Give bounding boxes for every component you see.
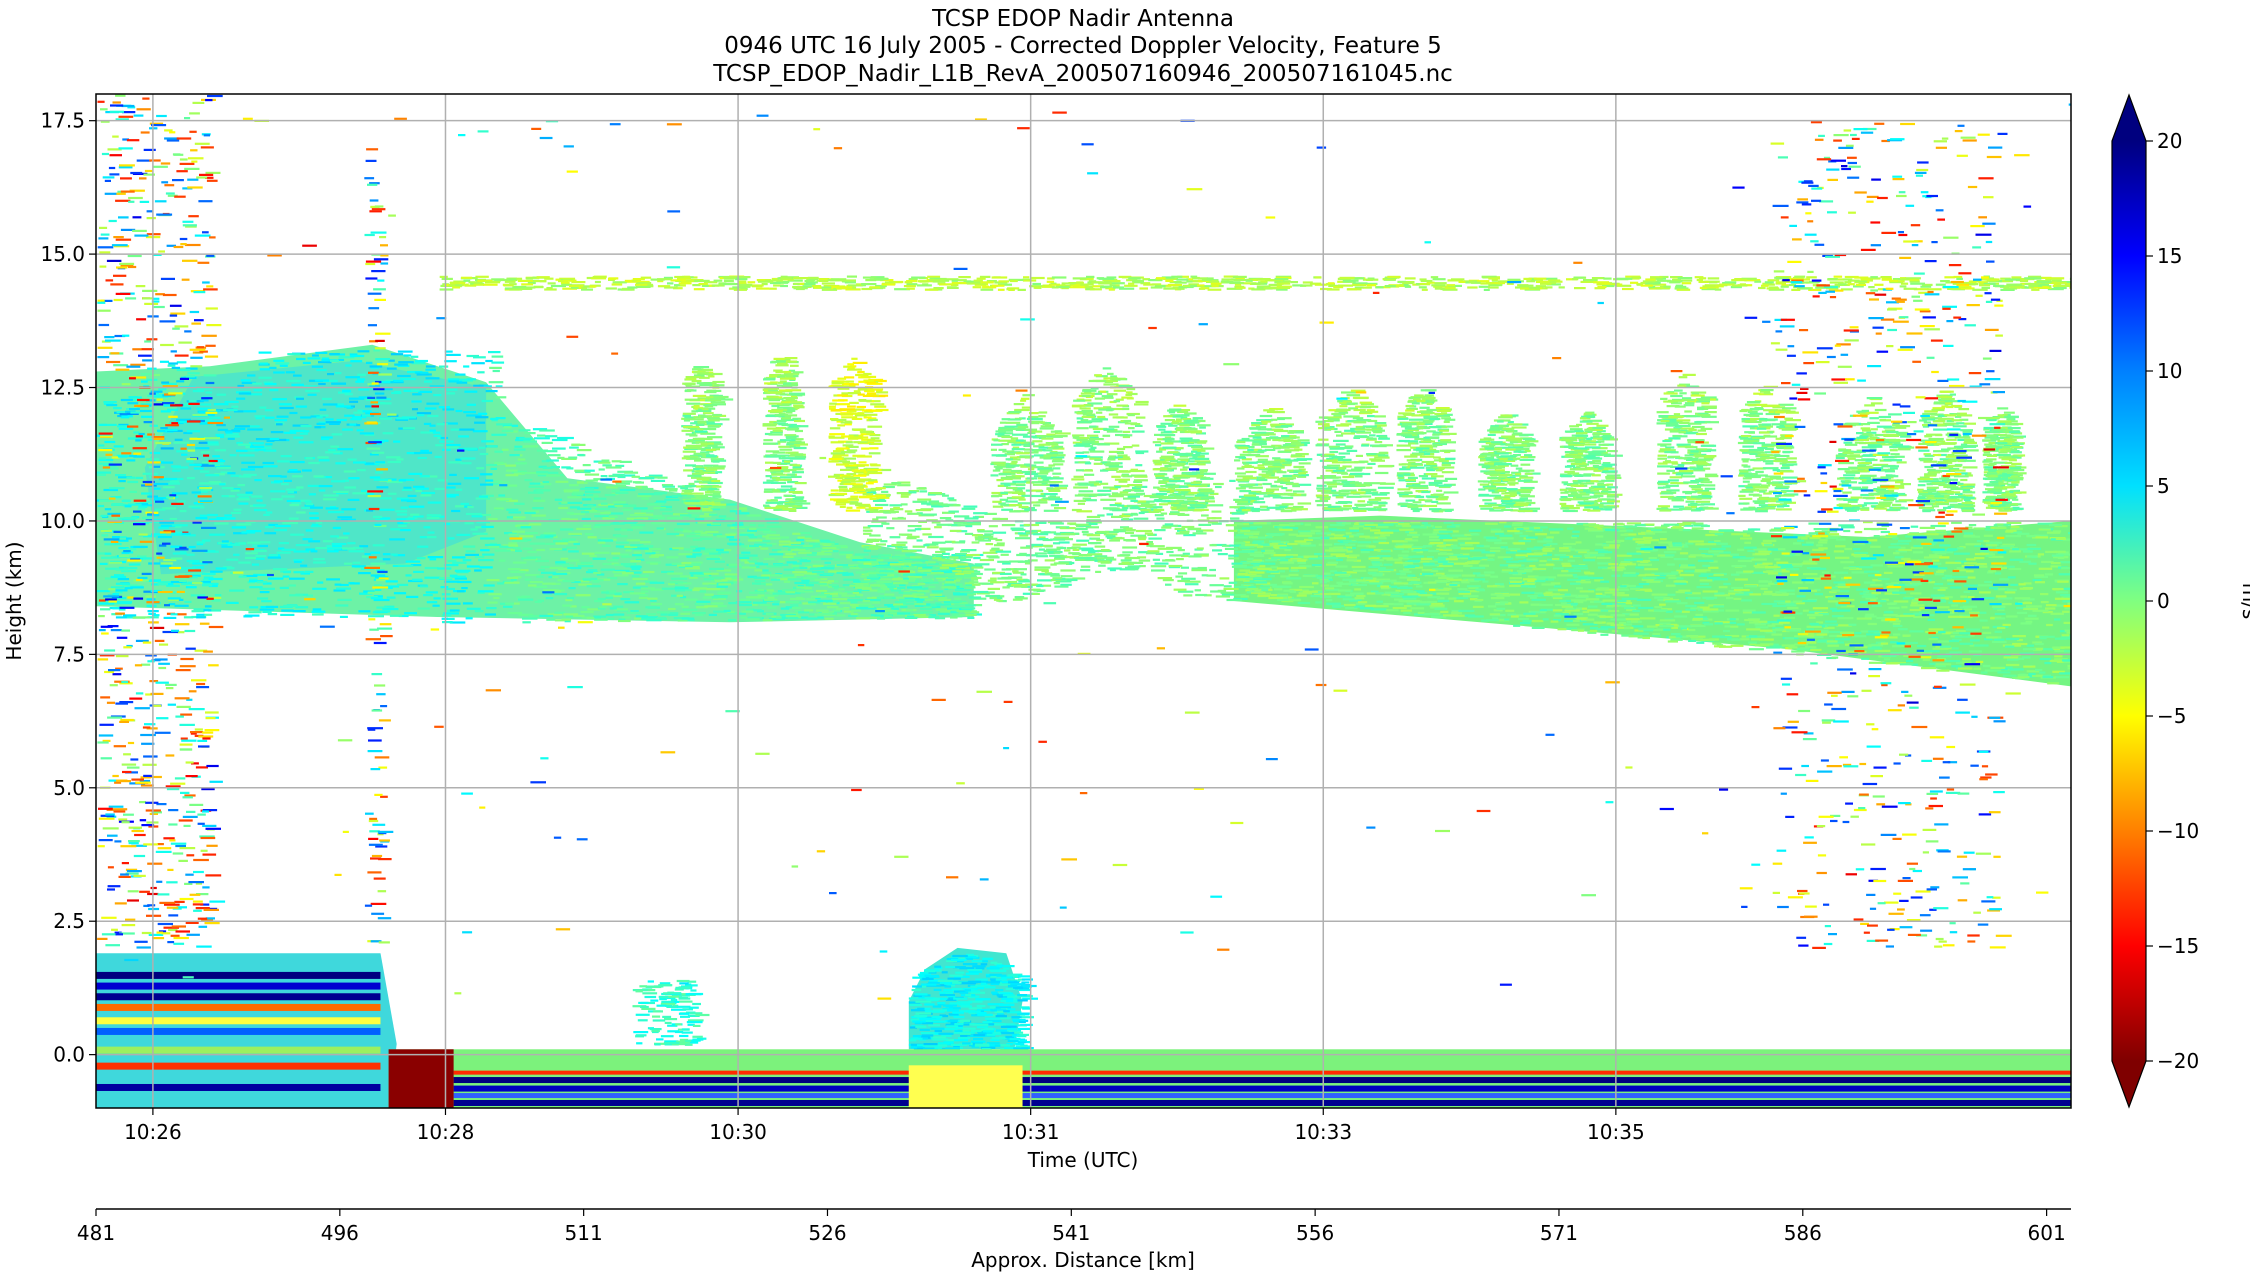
- colorbar-ticks: 20 15 10 5 0 −5 −10 −15 −20: [2146, 129, 2199, 1073]
- colorbar-label: m/s: [2238, 583, 2250, 620]
- surface-stripe: [453, 1093, 2071, 1099]
- chart-title: TCSP EDOP Nadir Antenna 0946 UTC 16 July…: [712, 6, 1453, 87]
- chart-title-line-2: 0946 UTC 16 July 2005 - Corrected Dopple…: [724, 33, 1441, 59]
- x-tick-label: 10:35: [1587, 1120, 1645, 1144]
- colorbar-tick-label: 10: [2157, 359, 2182, 383]
- x-axis-label: Time (UTC): [1027, 1148, 1139, 1172]
- chart-title-line-1: TCSP EDOP Nadir Antenna: [931, 6, 1234, 32]
- boundary-layer-stripe: [96, 1062, 381, 1070]
- x-tick-label: 10:30: [709, 1120, 767, 1144]
- surface-stripe: [453, 1099, 2071, 1106]
- colorbar-tick-label: 20: [2157, 129, 2182, 153]
- colorbar-extend-bottom: [2112, 1061, 2146, 1107]
- colorbar-tick-label: −15: [2157, 934, 2199, 958]
- chart-title-line-3: TCSP_EDOP_Nadir_L1B_RevA_200507160946_20…: [712, 61, 1453, 87]
- x2-tick-label: 481: [77, 1221, 115, 1245]
- boundary-layer-stripe: [96, 1027, 381, 1035]
- y-tick-label: 7.5: [53, 642, 85, 666]
- y-tick-label: 10.0: [40, 509, 85, 533]
- y-tick-label: 5.0: [53, 776, 85, 800]
- colorbar-tick-label: 5: [2157, 474, 2170, 498]
- x2-tick-label: 496: [321, 1221, 359, 1245]
- x-tick-label: 10:28: [417, 1120, 475, 1144]
- y-tick-label: 17.5: [40, 109, 85, 133]
- x-tick-label: 10:31: [1002, 1120, 1060, 1144]
- boundary-layer-stripe: [96, 1017, 381, 1025]
- boundary-layer-stripe: [96, 1046, 381, 1054]
- colorbar-extend-top: [2112, 95, 2146, 141]
- colorbar-tick-label: 0: [2157, 589, 2170, 613]
- y-tick-label: 15.0: [40, 242, 85, 266]
- surface-red-patch: [388, 1049, 454, 1108]
- colorbar: 20 15 10 5 0 −5 −10 −15 −20 m/s: [2111, 93, 2250, 1109]
- x2-axis-label: Approx. Distance [km]: [971, 1248, 1195, 1272]
- surface-stripe: [453, 1077, 2071, 1084]
- figure: TCSP EDOP Nadir Antenna 0946 UTC 16 July…: [2, 6, 2250, 1272]
- colorbar-tick-label: −20: [2157, 1049, 2199, 1073]
- x-axis-distance: 481 496 511 526 541 556 571 586 601: [77, 1209, 2066, 1245]
- boundary-layer-stripe: [96, 1003, 381, 1011]
- colorbar-tick-label: 15: [2157, 244, 2182, 268]
- y-tick-label: 2.5: [53, 909, 85, 933]
- x2-tick-label: 526: [808, 1221, 846, 1245]
- x2-tick-label: 571: [1540, 1221, 1578, 1245]
- y-axis: 0.0 2.5 5.0 7.5 10.0 12.5 15.0 17.5: [40, 109, 96, 1067]
- x2-tick-label: 556: [1296, 1221, 1334, 1245]
- surface-stripe: [453, 1085, 2071, 1092]
- y-tick-label: 0.0: [53, 1043, 85, 1067]
- x-tick-label: 10:33: [1294, 1120, 1352, 1144]
- y-axis-label: Height (km): [2, 541, 26, 660]
- boundary-layer-stripe: [96, 982, 381, 990]
- x-axis-time: 10:26 10:28 10:30 10:31 10:33 10:35: [124, 1108, 1645, 1144]
- x2-tick-label: 511: [565, 1221, 603, 1245]
- x2-tick-label: 541: [1052, 1221, 1090, 1245]
- x2-tick-label: 586: [1784, 1221, 1822, 1245]
- boundary-layer-stripe: [96, 971, 381, 979]
- y-tick-label: 12.5: [40, 376, 85, 400]
- surface-yellow-patch: [908, 1065, 1023, 1108]
- boundary-layer-stripe: [96, 1083, 381, 1091]
- plot-area: [95, 93, 2072, 1109]
- x2-tick-label: 601: [2028, 1221, 2066, 1245]
- x-tick-label: 10:26: [124, 1120, 182, 1144]
- surface-stripe: [453, 1070, 2071, 1075]
- colorbar-gradient: [2112, 141, 2146, 1061]
- colorbar-tick-label: −5: [2157, 704, 2186, 728]
- colorbar-tick-label: −10: [2157, 819, 2199, 843]
- boundary-layer-stripe: [96, 993, 381, 1001]
